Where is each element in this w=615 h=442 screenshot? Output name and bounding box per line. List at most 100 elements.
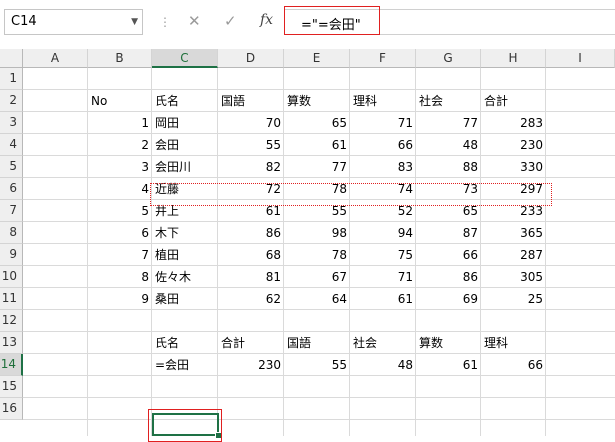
table-cell[interactable]: 365 bbox=[481, 222, 546, 244]
table-cell[interactable]: 会田川 bbox=[152, 156, 218, 178]
table-cell[interactable]: 2 bbox=[88, 134, 152, 156]
table-cell[interactable]: 86 bbox=[218, 222, 284, 244]
column-header-e[interactable]: E bbox=[284, 49, 350, 68]
chevron-down-icon[interactable]: ▼ bbox=[131, 10, 138, 34]
table-header-cell[interactable]: 合計 bbox=[481, 90, 546, 112]
column-header-i[interactable]: I bbox=[546, 49, 615, 68]
table-cell[interactable]: 4 bbox=[88, 178, 152, 200]
column-header-b[interactable]: B bbox=[88, 49, 152, 68]
criteria-value-cell[interactable]: 61 bbox=[416, 354, 481, 376]
insert-function-icon[interactable]: fx bbox=[260, 12, 273, 28]
row-header-3[interactable]: 3 bbox=[0, 112, 23, 134]
more-options-icon[interactable]: ⋮ bbox=[159, 15, 171, 29]
table-cell[interactable]: 佐々木 bbox=[152, 266, 218, 288]
name-box[interactable]: C14 ▼ bbox=[4, 9, 143, 35]
table-cell[interactable]: 61 bbox=[350, 288, 416, 310]
table-cell[interactable]: 78 bbox=[284, 244, 350, 266]
column-header-f[interactable]: F bbox=[350, 49, 416, 68]
table-cell[interactable]: 9 bbox=[88, 288, 152, 310]
row-header-12[interactable]: 12 bbox=[0, 310, 23, 332]
criteria-value-cell[interactable]: 230 bbox=[218, 354, 284, 376]
criteria-header-cell[interactable]: 合計 bbox=[218, 332, 284, 354]
column-header-d[interactable]: D bbox=[218, 49, 284, 68]
table-cell[interactable]: 75 bbox=[350, 244, 416, 266]
row-header-15[interactable]: 15 bbox=[0, 376, 23, 398]
table-cell[interactable]: 48 bbox=[416, 134, 481, 156]
row-header-6[interactable]: 6 bbox=[0, 178, 23, 200]
table-cell[interactable]: 64 bbox=[284, 288, 350, 310]
row-header-11[interactable]: 11 bbox=[0, 288, 23, 310]
table-cell[interactable]: 77 bbox=[284, 156, 350, 178]
table-cell[interactable]: 67 bbox=[284, 266, 350, 288]
table-cell[interactable]: 87 bbox=[416, 222, 481, 244]
table-header-cell[interactable]: 算数 bbox=[284, 90, 350, 112]
table-cell[interactable]: 287 bbox=[481, 244, 546, 266]
table-cell[interactable]: 25 bbox=[481, 288, 546, 310]
row-header-14[interactable]: 14 bbox=[0, 354, 23, 376]
table-cell[interactable]: 86 bbox=[416, 266, 481, 288]
criteria-header-cell[interactable]: 算数 bbox=[416, 332, 481, 354]
table-cell[interactable]: 81 bbox=[218, 266, 284, 288]
table-cell[interactable]: 5 bbox=[88, 200, 152, 222]
table-cell[interactable]: 71 bbox=[350, 112, 416, 134]
row-header-2[interactable]: 2 bbox=[0, 90, 23, 112]
table-cell[interactable]: 桑田 bbox=[152, 288, 218, 310]
close-icon[interactable]: ✕ bbox=[188, 12, 201, 30]
table-header-cell[interactable]: 氏名 bbox=[152, 90, 218, 112]
table-cell[interactable]: 330 bbox=[481, 156, 546, 178]
table-cell[interactable]: 66 bbox=[350, 134, 416, 156]
table-cell[interactable]: 61 bbox=[284, 134, 350, 156]
table-cell[interactable]: 1 bbox=[88, 112, 152, 134]
table-cell[interactable]: 8 bbox=[88, 266, 152, 288]
table-cell[interactable]: 3 bbox=[88, 156, 152, 178]
table-cell[interactable]: 62 bbox=[218, 288, 284, 310]
row-header-9[interactable]: 9 bbox=[0, 244, 23, 266]
table-cell[interactable]: 94 bbox=[350, 222, 416, 244]
active-criteria-cell[interactable]: =会田 bbox=[152, 354, 218, 376]
criteria-value-cell[interactable]: 66 bbox=[481, 354, 546, 376]
criteria-header-cell[interactable]: 理科 bbox=[481, 332, 546, 354]
column-header-g[interactable]: G bbox=[416, 49, 481, 68]
row-header-8[interactable]: 8 bbox=[0, 222, 23, 244]
table-cell[interactable]: 98 bbox=[284, 222, 350, 244]
table-cell[interactable]: 会田 bbox=[152, 134, 218, 156]
row-header-13[interactable]: 13 bbox=[0, 332, 23, 354]
table-cell[interactable]: 66 bbox=[416, 244, 481, 266]
table-cell[interactable]: 木下 bbox=[152, 222, 218, 244]
table-cell[interactable]: 283 bbox=[481, 112, 546, 134]
table-cell[interactable]: 65 bbox=[284, 112, 350, 134]
table-cell[interactable]: 7 bbox=[88, 244, 152, 266]
table-cell[interactable]: 83 bbox=[350, 156, 416, 178]
row-header-10[interactable]: 10 bbox=[0, 266, 23, 288]
table-header-cell[interactable]: 社会 bbox=[416, 90, 481, 112]
table-cell[interactable]: 88 bbox=[416, 156, 481, 178]
row-header-1[interactable]: 1 bbox=[0, 68, 23, 90]
table-cell[interactable]: 71 bbox=[350, 266, 416, 288]
table-cell[interactable]: 55 bbox=[218, 134, 284, 156]
table-cell[interactable]: 77 bbox=[416, 112, 481, 134]
criteria-value-cell[interactable]: 48 bbox=[350, 354, 416, 376]
table-header-cell[interactable]: No bbox=[88, 90, 152, 112]
criteria-value-cell[interactable]: 55 bbox=[284, 354, 350, 376]
column-header-c[interactable]: C bbox=[152, 49, 218, 68]
criteria-header-cell[interactable]: 氏名 bbox=[152, 332, 218, 354]
table-cell[interactable]: 230 bbox=[481, 134, 546, 156]
table-cell[interactable]: 6 bbox=[88, 222, 152, 244]
criteria-header-cell[interactable]: 国語 bbox=[284, 332, 350, 354]
criteria-header-cell[interactable]: 社会 bbox=[350, 332, 416, 354]
row-header-16[interactable]: 16 bbox=[0, 398, 23, 420]
column-header-h[interactable]: H bbox=[481, 49, 546, 68]
row-header-4[interactable]: 4 bbox=[0, 134, 23, 156]
table-cell[interactable]: 岡田 bbox=[152, 112, 218, 134]
worksheet-grid[interactable]: A B C D E F G H I 1 2 3 4 5 6 7 8 9 10 11 12 13 14 15 16 No 氏名 国語 算数… bbox=[0, 44, 615, 442]
column-header-a[interactable]: A bbox=[23, 49, 88, 68]
table-cell[interactable]: 70 bbox=[218, 112, 284, 134]
check-icon[interactable]: ✓ bbox=[224, 12, 237, 30]
row-header-5[interactable]: 5 bbox=[0, 156, 23, 178]
table-cell[interactable]: 68 bbox=[218, 244, 284, 266]
table-cell[interactable]: 82 bbox=[218, 156, 284, 178]
table-header-cell[interactable]: 国語 bbox=[218, 90, 284, 112]
table-cell[interactable]: 305 bbox=[481, 266, 546, 288]
table-header-cell[interactable]: 理科 bbox=[350, 90, 416, 112]
table-cell[interactable]: 植田 bbox=[152, 244, 218, 266]
